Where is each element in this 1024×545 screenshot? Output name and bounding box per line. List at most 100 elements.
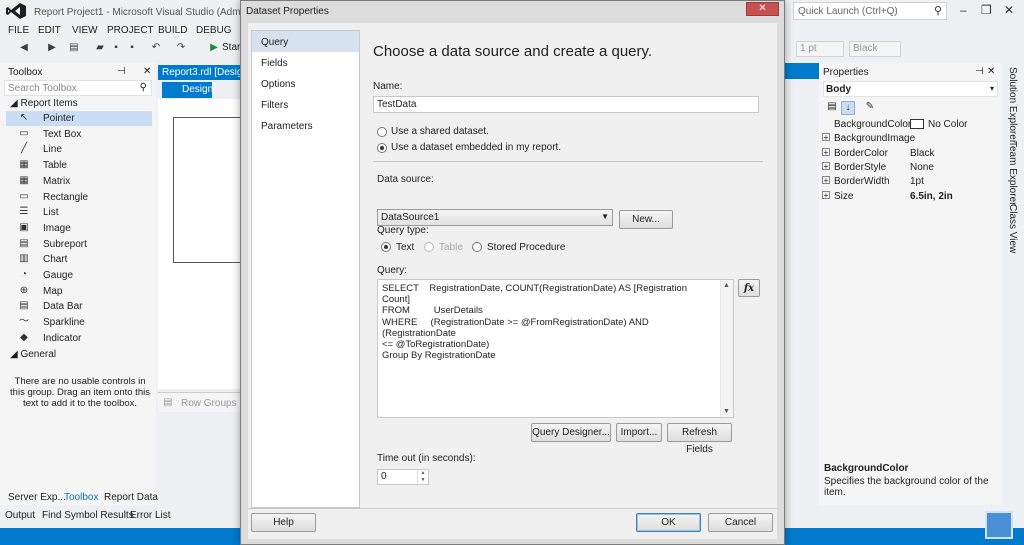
new-datasource-button[interactable]: New... (619, 210, 673, 229)
property-row[interactable]: + BackgroundImage (819, 132, 1002, 146)
expand-icon[interactable]: + (822, 176, 830, 185)
back-icon[interactable]: ◀ (18, 42, 30, 54)
toolbox-item[interactable]: ◔ Gauge (6, 268, 152, 283)
tab-output[interactable]: Output (5, 510, 35, 521)
toolbox-item[interactable]: ◆ Indicator (6, 331, 152, 346)
scroll-up-icon[interactable]: ▲ (723, 282, 730, 289)
query-designer-button[interactable]: Query Designer... (531, 423, 611, 442)
tab-server-explorer[interactable]: Server Exp... (8, 492, 66, 503)
toolbox-item[interactable]: ▭ Rectangle (6, 190, 152, 205)
dialog-close-icon[interactable]: ✕ (746, 2, 779, 16)
toolbox-item[interactable]: ▣ Image (6, 221, 152, 236)
property-value[interactable]: Black (910, 148, 934, 159)
property-row[interactable]: BackgroundColor No Color (819, 118, 1002, 132)
tab-report-data[interactable]: Report Data (104, 492, 158, 503)
new-project-icon[interactable]: ▤ (68, 42, 80, 54)
tab-error-list[interactable]: Error List (130, 510, 171, 521)
expand-icon[interactable]: + (822, 190, 830, 199)
datasource-select[interactable]: DataSource1 ▼ (377, 209, 613, 226)
property-value[interactable]: No Color (910, 119, 967, 130)
refresh-fields-button[interactable]: Refresh Fields (667, 423, 732, 455)
restore-icon[interactable]: ❐ (981, 3, 992, 17)
close-icon[interactable]: ✕ (143, 66, 151, 77)
pin-icon[interactable]: ⊣ (975, 66, 984, 77)
name-field[interactable]: TestData (373, 96, 759, 113)
property-value[interactable]: 1pt (910, 176, 924, 187)
toolbox-item[interactable]: ▤ Subreport (6, 237, 152, 252)
save-all-icon[interactable]: ▪ (126, 42, 138, 54)
alphabetical-icon[interactable]: ↓ (841, 101, 855, 115)
report-body[interactable] (173, 117, 240, 263)
toolbox-search-input[interactable]: Search Toolbox ⚲ (4, 80, 152, 96)
nav-parameters[interactable]: Parameters (252, 115, 359, 136)
start-icon[interactable]: ▶ (208, 42, 220, 54)
menu-view[interactable]: VIEW (72, 25, 98, 36)
property-value[interactable]: None (910, 162, 934, 173)
radio-embedded-dataset[interactable] (377, 143, 387, 153)
toolbox-group-report-items[interactable]: ◢ Report Items (10, 98, 78, 109)
menu-project[interactable]: PROJECT (107, 25, 154, 36)
open-icon[interactable]: ▰ (94, 42, 106, 54)
nav-filters[interactable]: Filters (252, 94, 359, 115)
redo-icon[interactable]: ↷ (175, 42, 187, 54)
notification-icon[interactable] (985, 511, 1013, 539)
properties-object-selector[interactable]: Body ▾ (823, 81, 998, 97)
menu-edit[interactable]: EDIT (38, 25, 61, 36)
property-row[interactable]: + Size 6.5in, 2in (819, 190, 1002, 204)
start-label[interactable]: Star (222, 42, 240, 54)
tab-find-symbol-results[interactable]: Find Symbol Results (42, 510, 134, 521)
nav-query[interactable]: Query (252, 31, 359, 52)
property-row[interactable]: + BorderColor Black (819, 147, 1002, 161)
toolbox-item[interactable]: 〜 Sparkline (6, 315, 152, 330)
tab-toolbox[interactable]: Toolbox (64, 492, 98, 503)
toolbox-item[interactable]: ╱ Line (6, 142, 152, 157)
query-scrollbar[interactable]: ▲ ▼ (720, 280, 733, 417)
help-button[interactable]: Help (251, 513, 316, 532)
toolbox-empty-message[interactable]: There are no usable controls in this gro… (10, 376, 150, 409)
scroll-down-icon[interactable]: ▼ (723, 408, 730, 415)
color-combo[interactable]: Black (849, 41, 901, 57)
categorized-icon[interactable]: ▤ (825, 101, 839, 115)
cancel-button[interactable]: Cancel (708, 513, 773, 532)
property-value[interactable]: 6.5in, 2in (910, 191, 953, 202)
timeout-spinner[interactable]: ▲ ▼ (417, 470, 428, 484)
tab-team-explorer[interactable]: Team Explorer (1007, 141, 1018, 205)
toolbox-group-general[interactable]: ◢ General (10, 349, 56, 360)
close-window-icon[interactable]: ✕ (1004, 3, 1014, 17)
radio-shared-dataset[interactable] (377, 127, 387, 137)
toolbox-item[interactable]: ▥ Chart (6, 252, 152, 267)
nav-options[interactable]: Options (252, 73, 359, 94)
toolbox-item[interactable]: ▭ Text Box (6, 127, 152, 142)
toolbox-item[interactable]: ☰ List (6, 205, 152, 220)
property-pages-icon[interactable]: ✎ (863, 101, 877, 115)
tab-class-view[interactable]: Class View (1007, 204, 1018, 253)
import-button[interactable]: Import... (616, 423, 662, 442)
expand-icon[interactable]: + (822, 161, 830, 170)
font-size-combo[interactable]: 1 pt (796, 41, 844, 57)
document-tab[interactable]: Report3.rdl [Design (158, 65, 240, 80)
design-tab[interactable]: Design (162, 82, 213, 98)
radio-shared-label[interactable]: Use a shared dataset. (391, 126, 489, 137)
quick-launch-input[interactable]: Quick Launch (Ctrl+Q) ⚲ (793, 2, 947, 20)
radio-stored-procedure[interactable] (472, 242, 482, 252)
expression-button[interactable]: fx (738, 279, 760, 297)
radio-query-text-label[interactable]: Text (396, 242, 414, 253)
menu-file[interactable]: FILE (8, 25, 29, 36)
menu-debug[interactable]: DEBUG (196, 25, 232, 36)
close-icon[interactable]: ✕ (987, 66, 995, 77)
expand-icon[interactable]: + (822, 133, 830, 142)
toolbox-item[interactable]: ⊕ Map (6, 284, 152, 299)
nav-fields[interactable]: Fields (252, 52, 359, 73)
tab-solution-explorer[interactable]: Solution Explorer (1007, 67, 1018, 143)
property-row[interactable]: + BorderStyle None (819, 161, 1002, 175)
property-row[interactable]: + BorderWidth 1pt (819, 175, 1002, 189)
query-editor[interactable]: SELECT RegistrationDate, COUNT(Registrat… (377, 279, 734, 418)
toolbox-item[interactable]: ▦ Table (6, 158, 152, 173)
radio-embedded-label[interactable]: Use a dataset embedded in my report. (391, 142, 561, 153)
toolbox-item[interactable]: ↖ Pointer (6, 111, 152, 126)
save-icon[interactable]: ▪ (110, 42, 122, 54)
toolbox-item[interactable]: ▦ Matrix (6, 174, 152, 189)
radio-stored-procedure-label[interactable]: Stored Procedure (487, 242, 565, 253)
forward-icon[interactable]: ▶ (46, 42, 58, 54)
minimize-icon[interactable]: – (960, 3, 967, 17)
